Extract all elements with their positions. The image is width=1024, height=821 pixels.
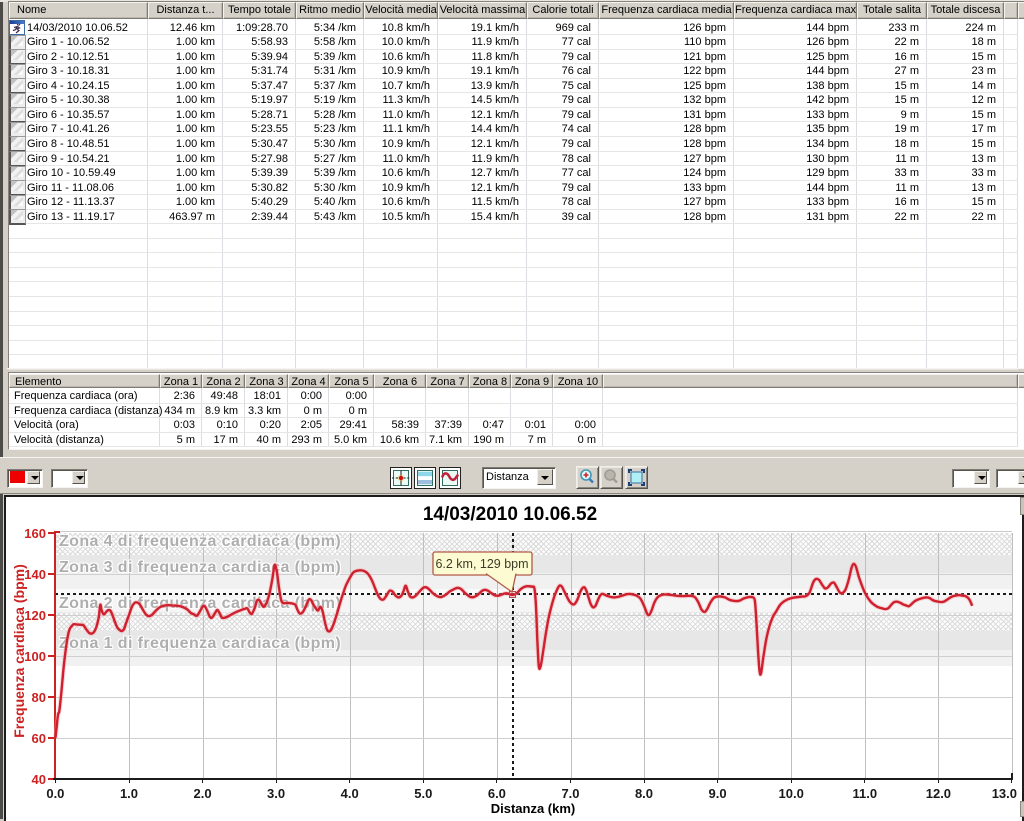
svg-text:6.2 km, 129 bpm: 6.2 km, 129 bpm xyxy=(435,557,528,571)
